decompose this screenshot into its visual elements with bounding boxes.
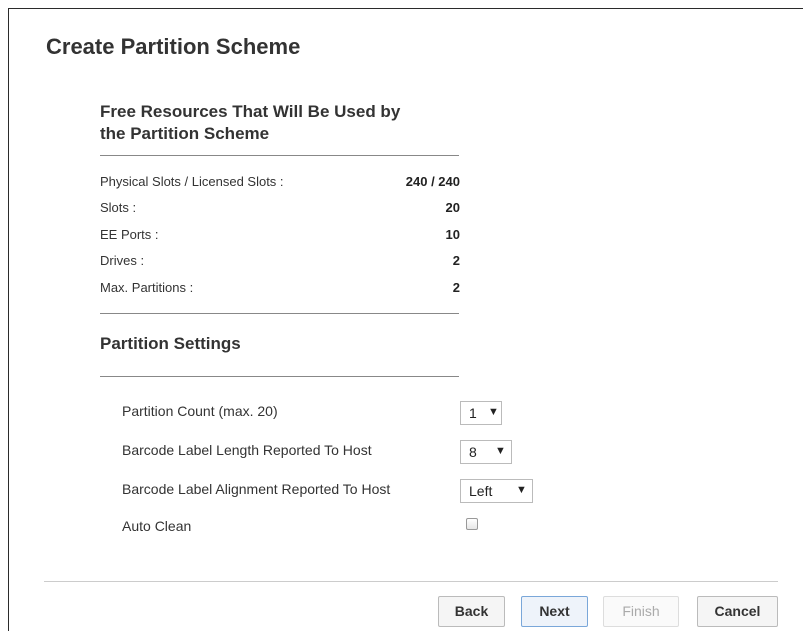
chevron-down-icon: ▼ xyxy=(516,484,527,496)
resource-row: Max. Partitions : 2 xyxy=(100,280,460,298)
auto-clean-label: Auto Clean xyxy=(122,518,192,534)
resource-label: EE Ports : xyxy=(100,227,159,242)
resource-row: Drives : 2 xyxy=(100,253,460,271)
barcode-alignment-select[interactable]: Left ▼ xyxy=(460,479,533,503)
barcode-length-label: Barcode Label Length Reported To Host xyxy=(122,442,372,458)
cancel-button[interactable]: Cancel xyxy=(697,596,778,627)
barcode-alignment-value: Left xyxy=(469,483,493,499)
finish-button[interactable]: Finish xyxy=(603,596,679,627)
resource-value: 2 xyxy=(452,253,460,268)
footer-divider xyxy=(44,581,778,582)
resource-label: Max. Partitions : xyxy=(100,280,194,295)
settings-title: Partition Settings xyxy=(100,334,241,353)
resources-divider-top xyxy=(100,155,459,156)
resources-divider-bottom xyxy=(100,313,459,314)
resources-title: Free Resources That Will Be Used by the … xyxy=(100,101,400,145)
resource-label: Drives : xyxy=(100,253,145,268)
chevron-down-icon: ▼ xyxy=(488,406,499,418)
barcode-alignment-label: Barcode Label Alignment Reported To Host xyxy=(122,481,391,497)
partition-count-value: 1 xyxy=(469,405,477,421)
resource-label: Slots : xyxy=(100,200,137,215)
next-button[interactable]: Next xyxy=(521,596,588,627)
partition-count-select[interactable]: 1 ▼ xyxy=(460,401,502,425)
page-title: Create Partition Scheme xyxy=(46,34,301,59)
settings-divider xyxy=(100,376,459,377)
resource-value: 10 xyxy=(445,227,460,242)
resource-value: 2 xyxy=(452,280,460,295)
resource-row: EE Ports : 10 xyxy=(100,227,460,245)
resource-label: Physical Slots / Licensed Slots : xyxy=(100,174,284,189)
barcode-length-value: 8 xyxy=(469,444,477,460)
resources-title-line-1: Free Resources That Will Be Used by xyxy=(100,102,401,121)
chevron-down-icon: ▼ xyxy=(495,445,506,457)
resource-row: Slots : 20 xyxy=(100,200,460,218)
resource-row: Physical Slots / Licensed Slots : 240 / … xyxy=(100,174,460,192)
partition-count-label: Partition Count (max. 20) xyxy=(122,403,278,419)
back-button[interactable]: Back xyxy=(438,596,505,627)
resources-title-line-2: the Partition Scheme xyxy=(100,124,270,143)
auto-clean-checkbox[interactable] xyxy=(466,518,478,530)
barcode-length-select[interactable]: 8 ▼ xyxy=(460,440,512,464)
resource-value: 20 xyxy=(445,200,460,215)
resource-value: 240 / 240 xyxy=(405,174,460,189)
